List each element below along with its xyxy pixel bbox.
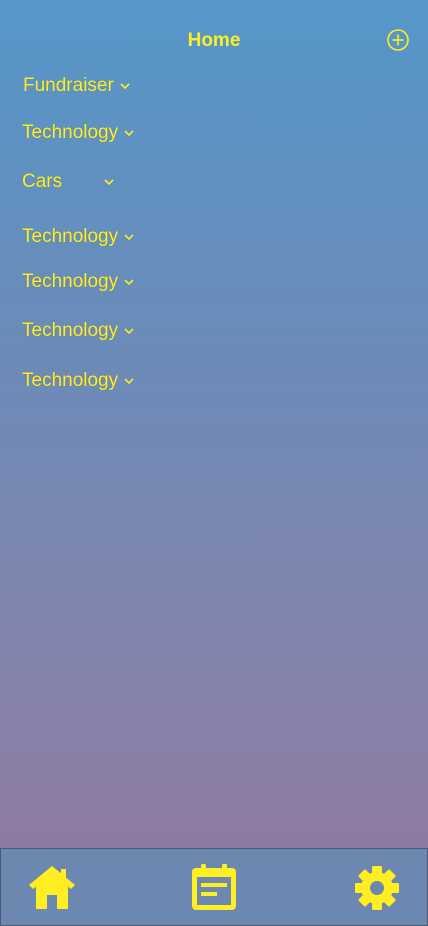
category-dropdown-technology[interactable]: Technology [22, 369, 135, 393]
tab-home[interactable] [27, 863, 77, 913]
chevron-down-icon [123, 277, 135, 287]
chevron-down-icon [103, 177, 115, 187]
chevron-down-icon [123, 326, 135, 336]
tab-settings[interactable] [352, 863, 402, 913]
category-label: Technology [22, 271, 119, 292]
add-button[interactable] [386, 28, 410, 52]
category-dropdown-technology[interactable]: Technology [22, 270, 135, 294]
category-dropdown-technology[interactable]: Technology [22, 225, 135, 249]
bottom-tab-bar [0, 848, 428, 926]
category-label: Technology [22, 226, 119, 247]
chevron-down-icon [119, 81, 131, 91]
category-label: Technology [22, 370, 119, 391]
chevron-down-icon [123, 128, 135, 138]
home-screen: Home Fundraiser Technology Cars Technolo… [0, 0, 428, 926]
category-dropdown-cars[interactable]: Cars [22, 170, 115, 194]
category-dropdown-technology[interactable]: Technology [22, 121, 135, 145]
page-title: Home [187, 30, 241, 51]
category-label: Technology [22, 122, 119, 143]
category-label: Cars [22, 171, 63, 192]
category-dropdown-technology[interactable]: Technology [22, 319, 135, 343]
home-icon [29, 866, 75, 909]
category-dropdown-fundraiser[interactable]: Fundraiser [23, 74, 131, 98]
category-label: Technology [22, 320, 119, 341]
gear-icon [355, 866, 399, 910]
chevron-down-icon [123, 232, 135, 242]
tab-notes[interactable] [189, 863, 239, 913]
category-label: Fundraiser [23, 75, 114, 96]
plus-circle-icon [387, 29, 409, 51]
notes-icon [192, 864, 236, 910]
chevron-down-icon [123, 376, 135, 386]
